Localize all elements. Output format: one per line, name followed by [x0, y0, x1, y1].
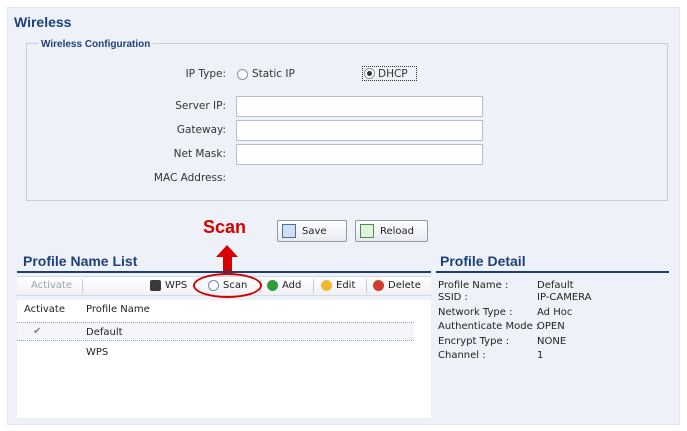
delete-icon — [373, 280, 384, 291]
scan-annotation-label: Scan — [203, 217, 247, 237]
toolbar-separator — [366, 279, 367, 293]
save-button-label: Save — [302, 225, 327, 237]
profile-name-cell[interactable]: Default — [86, 327, 123, 338]
floppy-disk-icon — [282, 224, 296, 238]
profile-detail-title: Profile Detail — [440, 253, 526, 269]
gateway-input[interactable] — [236, 120, 483, 141]
toolbar-separator — [313, 279, 314, 293]
detail-value: NONE — [537, 336, 567, 347]
toolbar-separator — [82, 279, 83, 293]
delete-button[interactable]: Delete — [373, 280, 421, 291]
activate-button[interactable]: Activate — [31, 280, 72, 291]
detail-value: Ad Hoc — [537, 307, 573, 318]
server-ip-label: Server IP: — [175, 100, 226, 112]
gateway-label: Gateway: — [176, 124, 226, 136]
detail-label: Profile Name : — [438, 280, 509, 291]
profile-name-cell[interactable]: WPS — [86, 347, 108, 358]
wps-icon — [150, 280, 161, 291]
page-title: Wireless — [14, 14, 72, 30]
column-header-activate: Activate — [24, 304, 65, 315]
detail-value: OPEN — [537, 321, 565, 332]
profile-list-title: Profile Name List — [23, 253, 138, 269]
reload-button-label: Reload — [380, 225, 415, 237]
detail-label: Authenticate Mode : — [438, 321, 540, 332]
detail-value: 1 — [537, 350, 544, 361]
server-ip-input[interactable] — [236, 96, 483, 117]
add-button[interactable]: Add — [267, 280, 301, 291]
detail-label: Encrypt Type : — [438, 336, 510, 347]
edit-button[interactable]: Edit — [321, 280, 355, 291]
detail-label: Channel : — [438, 350, 486, 361]
detail-label: Network Type : — [438, 307, 513, 318]
profile-list-table — [17, 300, 431, 418]
profile-detail-underline — [436, 271, 669, 273]
ip-type-label: IP Type: — [185, 68, 226, 80]
reload-button[interactable]: Reload — [355, 220, 428, 242]
scan-highlight-oval — [193, 273, 262, 298]
detail-label: SSID : — [438, 292, 468, 303]
plus-icon — [267, 280, 278, 291]
mac-address-label: MAC Address: — [153, 172, 226, 184]
detail-value: IP-CAMERA — [537, 292, 592, 303]
column-header-profile-name: Profile Name — [86, 304, 150, 315]
net-mask-label: Net Mask: — [173, 148, 226, 160]
wps-button[interactable]: WPS — [150, 280, 187, 291]
static-ip-radio[interactable] — [237, 69, 248, 80]
add-button-label: Add — [282, 280, 302, 291]
net-mask-input[interactable] — [236, 144, 483, 165]
pencil-icon — [321, 280, 332, 291]
wireless-config-legend: Wireless Configuration — [38, 39, 154, 50]
reload-icon — [360, 224, 374, 238]
table-row-selected[interactable] — [17, 322, 414, 341]
wps-button-label: WPS — [165, 280, 188, 291]
dhcp-label: DHCP — [378, 68, 408, 80]
static-ip-label: Static IP — [252, 68, 295, 80]
save-button[interactable]: Save — [277, 220, 347, 242]
delete-button-label: Delete — [388, 280, 421, 291]
check-icon: ✔ — [33, 326, 42, 337]
detail-value: Default — [537, 280, 574, 291]
dhcp-radio[interactable] — [364, 68, 375, 79]
edit-button-label: Edit — [336, 280, 356, 291]
